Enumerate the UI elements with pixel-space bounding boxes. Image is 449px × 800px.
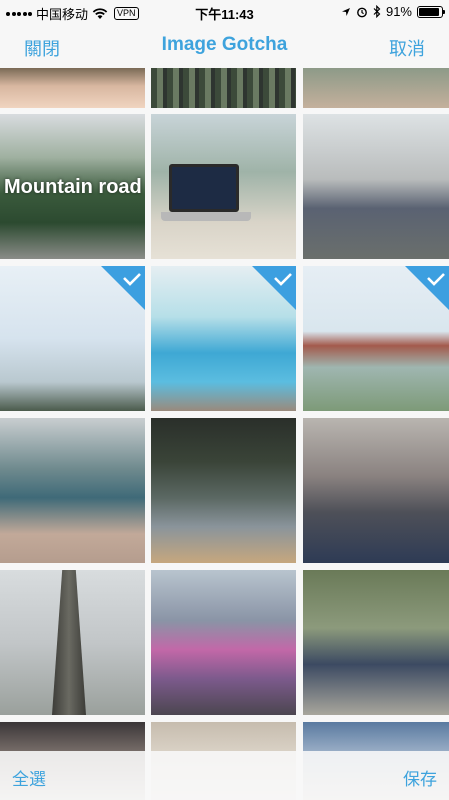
photo-tile[interactable]	[0, 418, 145, 563]
cancel-button[interactable]: 取消	[389, 35, 425, 61]
checkmark-icon	[405, 266, 449, 310]
photo-tile[interactable]	[151, 266, 296, 411]
photo-tile[interactable]	[151, 570, 296, 715]
photo-tile[interactable]	[151, 114, 296, 259]
laptop-graphic	[169, 164, 239, 212]
navigation-bar: 關閉 Image Gotcha 取消	[0, 24, 449, 68]
checkmark-icon	[252, 266, 296, 310]
photo-tile[interactable]	[0, 68, 145, 108]
photo-tile[interactable]	[303, 68, 449, 108]
photo-tile[interactable]	[151, 68, 296, 108]
photo-tile[interactable]	[303, 114, 449, 259]
photo-tile[interactable]	[151, 418, 296, 563]
page-title: Image Gotcha	[161, 34, 288, 55]
photo-tile[interactable]	[303, 570, 449, 715]
select-all-button[interactable]: 全選	[12, 765, 46, 790]
laptop-base-graphic	[161, 212, 251, 221]
photo-tile[interactable]	[0, 266, 145, 411]
photo-tile[interactable]	[303, 266, 449, 411]
photo-tile[interactable]	[0, 570, 145, 715]
save-button[interactable]: 保存	[403, 765, 437, 790]
bottom-toolbar: 全選 保存	[0, 751, 449, 800]
photo-caption: Mountain road	[4, 176, 142, 198]
skyscraper-graphic	[52, 570, 86, 715]
checkmark-icon	[101, 266, 145, 310]
photo-grid: Mountain road	[0, 0, 449, 800]
photo-tile[interactable]: Mountain road	[0, 114, 145, 259]
photo-tile[interactable]	[303, 418, 449, 563]
